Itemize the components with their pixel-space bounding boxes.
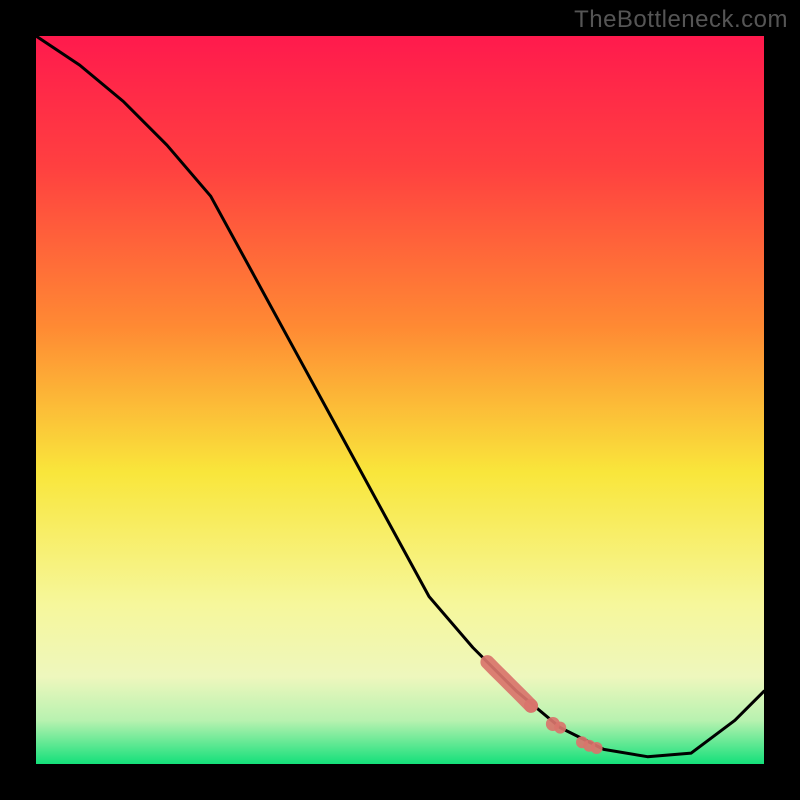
plot-area <box>36 36 764 764</box>
chart-frame: TheBottleneck.com <box>0 0 800 800</box>
marker-dot <box>591 742 603 754</box>
marker-dot <box>524 699 538 713</box>
chart-svg <box>0 0 800 800</box>
watermark-text: TheBottleneck.com <box>574 6 788 34</box>
marker-dot <box>554 722 566 734</box>
